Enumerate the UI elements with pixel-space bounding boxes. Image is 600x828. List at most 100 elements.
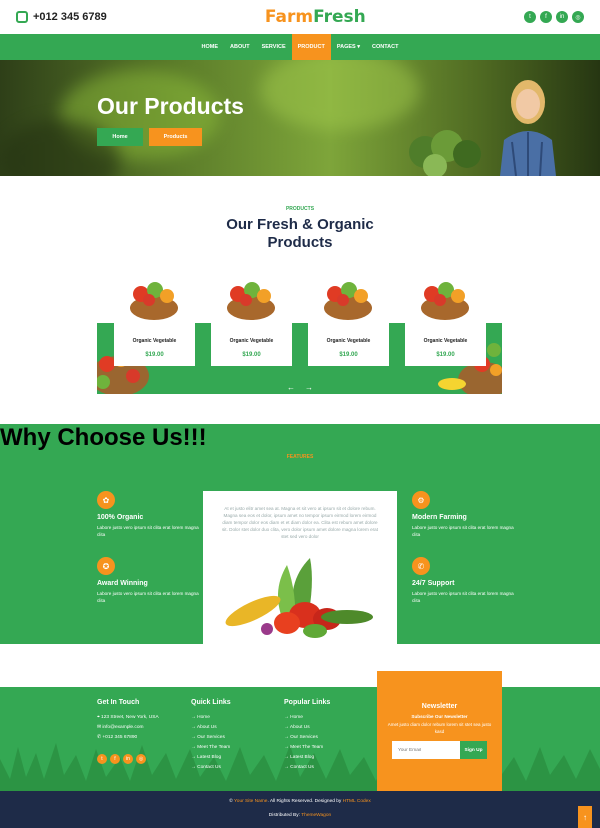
why-heading: Why Choose Us!!! — [0, 424, 207, 451]
why-center-panel: At et justo elitr amet sea at. Magna et … — [203, 491, 397, 644]
linkedin-icon[interactable]: in — [123, 754, 133, 764]
phone-number: +012 345 6789 — [33, 11, 107, 23]
footer-link[interactable]: → Meet The Team — [284, 743, 330, 753]
feature-desc: Labore justo vero ipsum sit clita erat l… — [97, 525, 199, 537]
footer-link[interactable]: → About Us — [284, 723, 330, 733]
newsletter-desc: Amet justo diam dolor rebum lorem sit st… — [387, 722, 492, 734]
award-icon: ✪ — [97, 557, 115, 575]
feature-award: ✪ Award Winning Labore justo vero ipsum … — [97, 557, 207, 604]
product-image — [421, 282, 469, 320]
facebook-icon[interactable]: f — [539, 11, 552, 23]
link-text: Home — [290, 715, 303, 720]
feature-desc: Labore justo vero ipsum sit clita erat l… — [97, 591, 199, 603]
copyright-line: © Your Site Name. All Rights Reserved. D… — [0, 799, 600, 804]
product-image — [324, 282, 372, 320]
farmer-woman-image — [500, 80, 556, 176]
carousel-prev-button[interactable]: ← — [283, 380, 299, 394]
product-price: $19.00 — [242, 352, 261, 358]
link-text: Contact Us — [290, 765, 314, 770]
product-image — [130, 282, 178, 320]
main-nav: HOME ABOUT SERVICE PRODUCT PAGES ▾ CONTA… — [0, 34, 600, 60]
designer-link[interactable]: HTML Codex — [343, 799, 371, 804]
footer-link[interactable]: → Our Services — [284, 733, 330, 743]
vegetables-image — [225, 558, 373, 638]
feature-desc: Labore justo vero ipsum sit clita erat l… — [412, 591, 514, 603]
email-text: info@example.com — [102, 725, 144, 730]
footer-link[interactable]: → Home — [191, 713, 231, 723]
page-title: Our Products — [97, 93, 244, 119]
nav-pages-dropdown[interactable]: PAGES ▾ — [331, 34, 366, 60]
newsletter-form: Sign Up — [392, 741, 487, 759]
products-heading: Our Fresh & Organic Products — [0, 216, 600, 252]
back-to-top-button[interactable]: ↑ — [578, 806, 592, 828]
footer-link[interactable]: → Latest Blog — [191, 753, 231, 763]
link-text: About Us — [289, 725, 310, 730]
carousel-next-button[interactable]: → — [301, 380, 317, 394]
footer-link[interactable]: → About Us — [191, 723, 231, 733]
product-image — [227, 282, 275, 320]
nav-product[interactable]: PRODUCT — [291, 34, 331, 60]
page-header-banner: Our Products — [0, 60, 600, 176]
link-text: Home — [197, 715, 210, 720]
product-name: Organic Vegetable — [423, 338, 468, 344]
seedling-icon: ✿ — [97, 491, 115, 509]
products-eyebrow: PRODUCTS — [285, 206, 315, 212]
newsletter-signup-button[interactable]: Sign Up — [460, 741, 487, 759]
footer-link[interactable]: → Contact Us — [284, 763, 330, 773]
newsletter-title: Newsletter — [421, 703, 458, 710]
instagram-icon[interactable]: ◎ — [136, 754, 146, 764]
nav-contact[interactable]: CONTACT — [366, 34, 404, 60]
footer-link[interactable]: → Latest Blog — [284, 753, 330, 763]
feature-title: Award Winning — [97, 580, 148, 587]
nav-about[interactable]: ABOUT — [224, 34, 256, 60]
link-text: Our Services — [290, 735, 318, 740]
features-eyebrow: FEATURES — [286, 454, 314, 460]
product-name: Organic Vegetable — [132, 338, 177, 344]
footer-email: ✉ info@example.com — [97, 723, 159, 733]
feature-title: Modern Farming — [412, 514, 467, 521]
footer-heading: Get In Touch — [97, 699, 140, 706]
distributor-link[interactable]: ThemeWagon — [301, 813, 331, 818]
breadcrumb-products-button[interactable]: Products — [149, 128, 202, 146]
link-text: About Us — [196, 725, 217, 730]
footer-link[interactable]: → Our Services — [191, 733, 231, 743]
footer-link[interactable]: → Meet The Team — [191, 743, 231, 753]
footer-phone: ✆ +012 345 67890 — [97, 733, 159, 743]
address-text: 123 Street, New York, USA — [101, 715, 159, 720]
linkedin-icon[interactable]: in — [555, 11, 568, 23]
feature-desc: Labore justo vero ipsum sit clita erat l… — [412, 525, 514, 537]
product-price: $19.00 — [436, 352, 455, 358]
instagram-icon[interactable]: ◎ — [571, 11, 584, 23]
phone-icon — [16, 11, 28, 23]
feature-organic: ✿ 100% Organic Labore justo vero ipsum s… — [97, 491, 207, 538]
distributed-line: Distributed By: ThemeWagon — [0, 813, 600, 818]
leafy-greens-image — [409, 130, 481, 176]
distributed-label: Distributed By: — [268, 813, 302, 818]
footer-link[interactable]: → Home — [284, 713, 330, 723]
product-price: $19.00 — [145, 352, 164, 358]
site-logo[interactable]: FarmFresh — [265, 7, 366, 27]
nav-home[interactable]: HOME — [196, 34, 225, 60]
link-text: Meet The Team — [197, 745, 231, 750]
site-name-link[interactable]: Your Site Name — [234, 799, 267, 804]
tractor-icon: ⚙ — [412, 491, 430, 509]
footer-contact-column: Get In Touch ⌖ 123 Street, New York, USA… — [97, 699, 159, 743]
footer-link[interactable]: → Contact Us — [191, 763, 231, 773]
link-text: Latest Blog — [197, 755, 222, 760]
newsletter-email-input[interactable] — [392, 741, 460, 759]
link-text: Latest Blog — [290, 755, 315, 760]
facebook-icon[interactable]: f — [110, 754, 120, 764]
link-text: Meet The Team — [290, 745, 324, 750]
copyright-text: . All Rights Reserved. Designed by — [267, 799, 343, 804]
newsletter-subtitle: Subscribe Our Newsletter — [411, 714, 468, 719]
nav-service[interactable]: SERVICE — [256, 34, 292, 60]
products-heading-line1: Our Fresh & Organic — [226, 216, 374, 233]
breadcrumb-home-button[interactable]: Home — [97, 128, 143, 146]
feature-title: 100% Organic — [97, 514, 144, 521]
phone-contact: +012 345 6789 — [16, 11, 107, 23]
footer: Get In Touch ⌖ 123 Street, New York, USA… — [0, 687, 600, 791]
copyright-bar: © Your Site Name. All Rights Reserved. D… — [0, 791, 600, 828]
twitter-icon[interactable]: t — [97, 754, 107, 764]
twitter-icon[interactable]: t — [523, 11, 536, 23]
logo-part-farm: Farm — [264, 7, 314, 27]
